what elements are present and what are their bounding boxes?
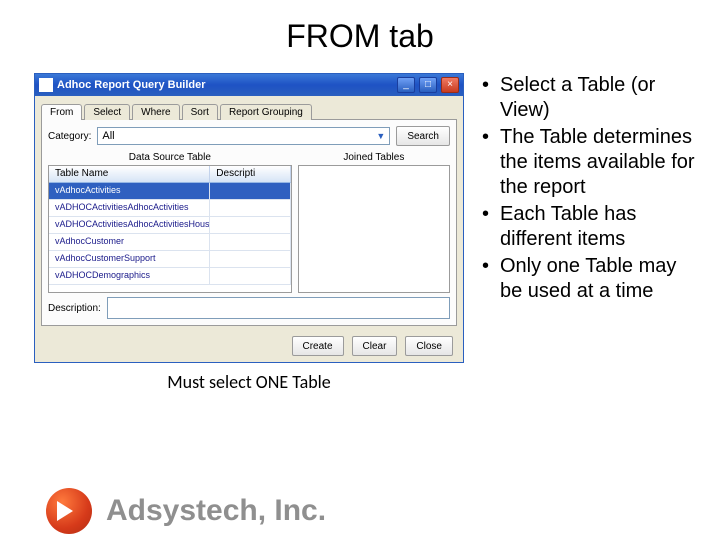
tab-sort[interactable]: Sort: [182, 104, 218, 120]
category-combo[interactable]: All ▼: [97, 127, 390, 145]
bullet-item: The Table determines the items available…: [482, 125, 704, 200]
bullet-list: Select a Table (or View) The Table deter…: [482, 73, 704, 363]
footer: Adsystech, Inc.: [46, 488, 326, 534]
window-button-bar: Create Clear Close: [35, 330, 463, 362]
category-row: Category: All ▼ Search: [48, 126, 450, 146]
maximize-button[interactable]: □: [419, 77, 437, 93]
table-row[interactable]: vAdhocCustomer: [49, 234, 291, 251]
table-row[interactable]: vADHOCActivitiesAdhocActivitiesHouseh: [49, 217, 291, 234]
tab-where[interactable]: Where: [132, 104, 179, 120]
bullet-item: Only one Table may be used at a time: [482, 254, 704, 304]
content-row: Adhoc Report Query Builder _ □ × From Se…: [34, 73, 704, 363]
app-icon: [39, 78, 53, 92]
from-panel: Category: All ▼ Search Data Source Table…: [41, 120, 457, 326]
col-table-name: Table Name: [49, 166, 210, 183]
description-box[interactable]: [107, 297, 450, 319]
clear-button[interactable]: Clear: [352, 336, 398, 356]
close-button[interactable]: ×: [441, 77, 459, 93]
description-row: Description:: [48, 297, 450, 319]
search-button[interactable]: Search: [396, 126, 450, 146]
table-row[interactable]: vADHOCDemographics: [49, 268, 291, 285]
table-row[interactable]: vAdhocActivities: [49, 183, 291, 200]
create-button[interactable]: Create: [292, 336, 344, 356]
tab-report-grouping[interactable]: Report Grouping: [220, 104, 312, 120]
data-source-header: Data Source Table: [48, 150, 292, 165]
table-row[interactable]: vAdhocCustomerSupport: [49, 251, 291, 268]
chevron-down-icon: ▼: [376, 131, 385, 141]
joined-header: Joined Tables: [298, 150, 450, 165]
joined-column: Joined Tables: [298, 150, 450, 293]
company-logo-icon: [46, 488, 92, 534]
table-row[interactable]: vADHOCActivitiesAdhocActivities: [49, 200, 291, 217]
col-description: Descripti: [210, 166, 290, 183]
caption: Must select ONE Table: [34, 371, 464, 393]
tab-strip: From Select Where Sort Report Grouping: [41, 100, 457, 120]
company-name: Adsystech, Inc.: [106, 494, 326, 528]
minimize-button[interactable]: _: [397, 77, 415, 93]
tables-grid[interactable]: Table Name Descripti vAdhocActivities vA…: [48, 165, 292, 293]
slide-title: FROM tab: [0, 18, 720, 55]
query-builder-window: Adhoc Report Query Builder _ □ × From Se…: [34, 73, 464, 363]
category-value: All: [102, 130, 114, 142]
columns: Data Source Table Table Name Descripti v…: [48, 150, 450, 293]
close-panel-button[interactable]: Close: [405, 336, 453, 356]
joined-tables-list[interactable]: [298, 165, 450, 293]
description-label: Description:: [48, 303, 101, 314]
bullet-item: Select a Table (or View): [482, 73, 704, 123]
category-label: Category:: [48, 131, 91, 142]
window-titlebar: Adhoc Report Query Builder _ □ ×: [35, 74, 463, 96]
bullet-item: Each Table has different items: [482, 202, 704, 252]
grid-header: Table Name Descripti: [49, 166, 291, 183]
tab-select[interactable]: Select: [84, 104, 130, 120]
window-title: Adhoc Report Query Builder: [57, 79, 393, 91]
tab-from[interactable]: From: [41, 104, 82, 120]
data-source-column: Data Source Table Table Name Descripti v…: [48, 150, 292, 293]
